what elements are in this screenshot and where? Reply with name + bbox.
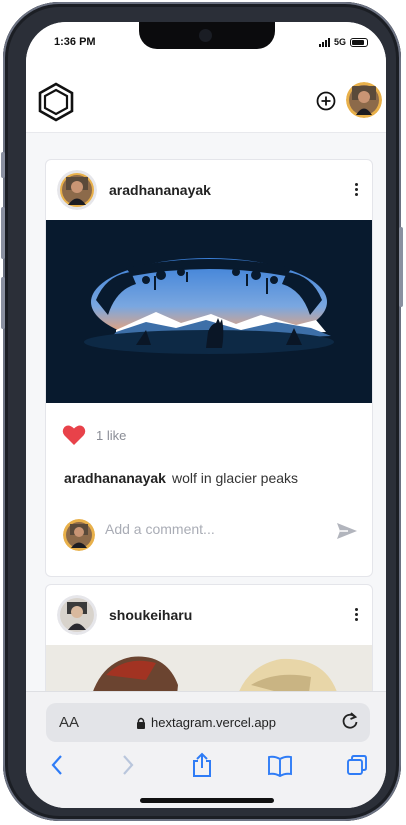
- post-header: shoukeiharu: [46, 585, 372, 645]
- status-bar: 1:36 PM 5G: [26, 22, 386, 68]
- more-options-icon[interactable]: [355, 183, 358, 196]
- signal-icon: [318, 37, 330, 47]
- post-image[interactable]: [46, 220, 372, 403]
- send-icon[interactable]: [336, 522, 358, 545]
- comment-avatar: [63, 519, 95, 551]
- heart-icon[interactable]: [62, 424, 86, 451]
- more-options-icon[interactable]: [355, 608, 358, 621]
- url-display[interactable]: hextagram.vercel.app: [136, 715, 276, 730]
- front-camera: [199, 29, 212, 42]
- forward-icon[interactable]: [121, 754, 135, 781]
- post-card: aradhananayak 1 like aradhananayak wolf …: [45, 159, 373, 577]
- status-time: 1:36 PM: [54, 36, 96, 48]
- phone-frame: 1:36 PM 5G aradhananayak 1 like aradhana…: [1, 2, 403, 821]
- volume-up-button: [1, 207, 5, 259]
- back-icon[interactable]: [50, 754, 64, 781]
- comment-input[interactable]: Add a comment...: [105, 521, 215, 537]
- text-size-label: AA: [59, 714, 80, 731]
- post-username[interactable]: aradhananayak: [109, 182, 211, 198]
- battery-icon: [350, 37, 368, 47]
- comment-row: Add a comment...: [46, 509, 372, 553]
- text-size-button[interactable]: AA: [59, 714, 79, 731]
- post-author-avatar[interactable]: [57, 595, 97, 635]
- profile-avatar[interactable]: [346, 82, 382, 118]
- reload-icon[interactable]: [340, 711, 360, 736]
- caption-text: wolf in glacier peaks: [171, 470, 299, 486]
- status-indicators: 5G: [318, 37, 368, 47]
- caption-username[interactable]: aradhananayak: [64, 470, 166, 486]
- post-caption: aradhananayak wolf in glacier peaks: [64, 470, 298, 486]
- home-indicator: [140, 798, 274, 803]
- tabs-icon[interactable]: [346, 754, 368, 781]
- notch: [139, 22, 275, 49]
- mute-switch: [1, 152, 5, 178]
- hexagon-logo-icon[interactable]: [36, 82, 76, 127]
- plus-circle-icon[interactable]: [316, 91, 336, 111]
- like-count[interactable]: 1 like: [96, 428, 126, 443]
- url-text: hextagram.vercel.app: [151, 715, 277, 730]
- post-author-avatar[interactable]: [57, 170, 97, 210]
- post-username[interactable]: shoukeiharu: [109, 607, 192, 623]
- post-header: aradhananayak: [46, 160, 372, 220]
- bookmarks-icon[interactable]: [267, 755, 293, 782]
- phone-screen: 1:36 PM 5G aradhananayak 1 like aradhana…: [26, 22, 386, 808]
- lock-icon: [137, 717, 145, 729]
- app-header: [26, 68, 386, 133]
- network-label: 5G: [333, 37, 346, 47]
- volume-down-button: [1, 277, 5, 329]
- share-icon[interactable]: [191, 752, 213, 783]
- browser-toolbar: AA hextagram.vercel.app: [26, 691, 386, 808]
- power-button: [399, 227, 403, 307]
- address-bar[interactable]: AA hextagram.vercel.app: [46, 703, 370, 742]
